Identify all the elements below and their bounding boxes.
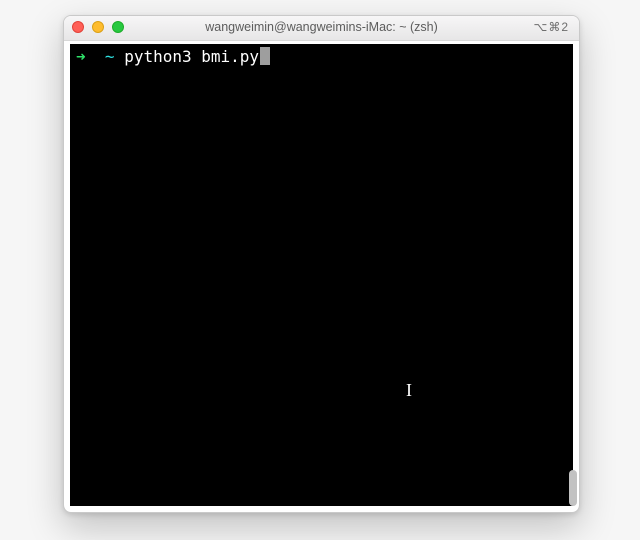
window-title: wangweimin@wangweimins-iMac: ~ (zsh) — [64, 20, 579, 34]
terminal-viewport[interactable]: ➜ ~ python3 bmi.py I — [70, 44, 573, 506]
ibeam-cursor-icon: I — [406, 380, 412, 401]
titlebar[interactable]: wangweimin@wangweimins-iMac: ~ (zsh) ⌥⌘2 — [64, 16, 579, 41]
command-text: python3 bmi.py — [124, 47, 259, 66]
window-shortcut: ⌥⌘2 — [533, 20, 569, 34]
terminal-window: wangweimin@wangweimins-iMac: ~ (zsh) ⌥⌘2… — [63, 15, 580, 513]
prompt-arrow-icon: ➜ — [76, 47, 86, 66]
prompt-line: ➜ ~ python3 bmi.py — [76, 47, 567, 66]
scrollbar-thumb[interactable] — [569, 470, 577, 506]
prompt-cwd: ~ — [105, 47, 115, 66]
text-cursor — [260, 47, 270, 65]
scrollbar-track[interactable] — [564, 41, 579, 510]
